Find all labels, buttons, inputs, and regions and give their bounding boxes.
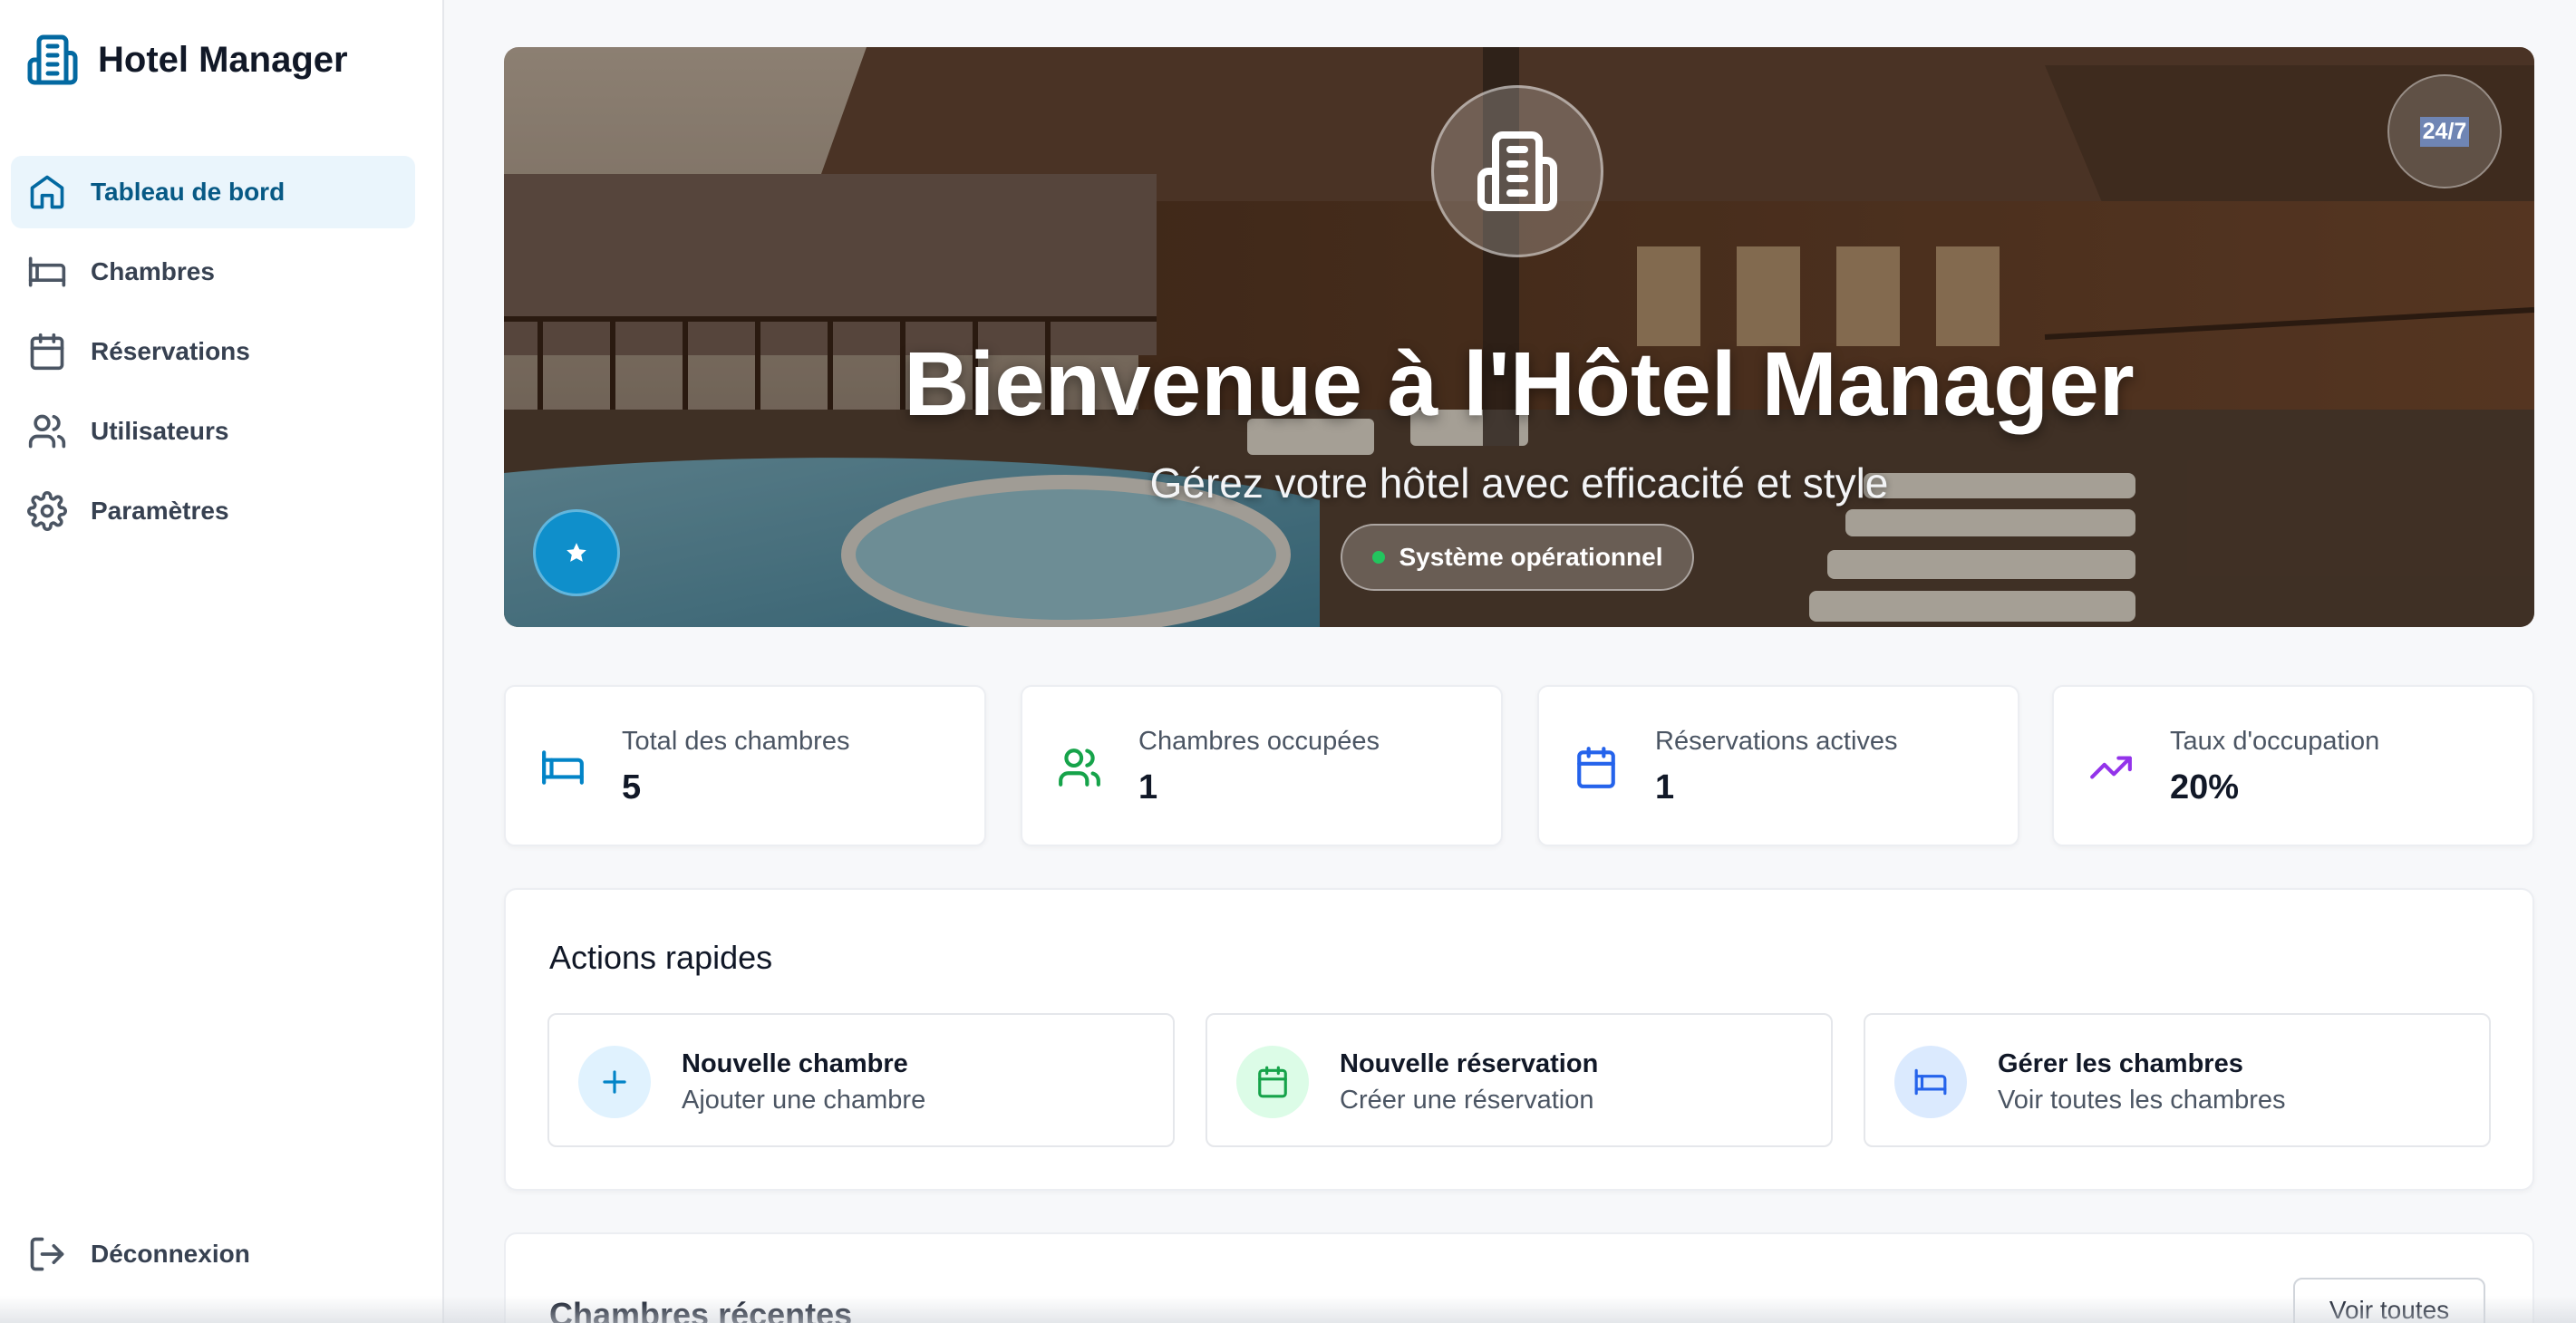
star-icon [567,543,586,562]
action-subtitle: Voir toutes les chambres [1998,1086,2286,1115]
action-subtitle: Créer une réservation [1340,1086,1594,1115]
availability-badge: 24/7 [2387,74,2502,188]
stat-card-total-rooms: Total des chambres 5 [504,685,986,846]
stat-label: Réservations actives [1655,727,1898,756]
stat-value: 5 [622,768,642,806]
quick-actions-panel: Actions rapides Nouvelle chambre Ajouter… [504,888,2534,1191]
stat-value: 1 [1655,768,1675,806]
logout-icon [27,1234,67,1274]
stat-value: 1 [1138,768,1158,806]
see-all-rooms-button[interactable]: Voir toutes [2293,1278,2485,1323]
users-icon [1057,745,1102,790]
bed-icon [27,252,67,292]
action-subtitle: Ajouter une chambre [682,1086,926,1115]
action-title: Gérer les chambres [1998,1049,2243,1078]
brand[interactable]: Hotel Manager [25,33,348,87]
new-reservation-button[interactable]: Nouvelle réservation Créer une réservati… [1206,1013,1833,1147]
sidebar-item-dashboard[interactable]: Tableau de bord [11,156,415,228]
main-content: 24/7 Bienvenue à l'Hôtel Manager Gérez v… [446,0,2576,1323]
stat-card-active-reservations: Réservations actives 1 [1537,685,2019,846]
hero-banner: 24/7 Bienvenue à l'Hôtel Manager Gérez v… [504,47,2534,627]
quick-actions-title: Actions rapides [549,939,773,976]
system-status-label: Système opérationnel [1399,543,1663,571]
sidebar-item-reservations[interactable]: Réservations [11,315,415,388]
sidebar-item-label: Réservations [91,337,250,365]
sidebar-item-users[interactable]: Utilisateurs [11,395,415,468]
sidebar-item-label: Tableau de bord [91,178,286,206]
logout-button[interactable]: Déconnexion [27,1234,250,1274]
stat-value: 20% [2170,768,2240,806]
logout-label: Déconnexion [91,1240,250,1268]
bed-icon [540,745,586,790]
building-icon [25,33,80,87]
recent-rooms-panel: Chambres récentes Voir toutes [504,1232,2534,1323]
new-room-button[interactable]: Nouvelle chambre Ajouter une chambre [547,1013,1175,1147]
sidebar-item-label: Paramètres [91,497,229,525]
hero-title: Bienvenue à l'Hôtel Manager [904,333,2135,435]
action-title: Nouvelle réservation [1340,1049,1599,1078]
calendar-icon [1574,745,1619,790]
stat-label: Taux d'occupation [2170,727,2380,756]
availability-badge-label: 24/7 [2419,116,2470,147]
stat-label: Chambres occupées [1138,727,1380,756]
calendar-icon [1236,1046,1309,1118]
star-button[interactable] [533,509,620,596]
sidebar-item-rooms[interactable]: Chambres [11,236,415,308]
system-status-pill: Système opérationnel [1341,524,1694,591]
sidebar-nav: Tableau de bord Chambres Réservations Ut… [11,156,415,555]
sidebar: Hotel Manager Tableau de bord Chambres R… [0,0,444,1323]
recent-rooms-title: Chambres récentes [549,1296,853,1323]
home-icon [27,172,67,212]
status-dot [1371,551,1385,564]
users-icon [27,411,67,451]
stat-label: Total des chambres [622,727,850,756]
sidebar-item-label: Chambres [91,257,215,285]
stat-card-occupancy-rate: Taux d'occupation 20% [2052,685,2534,846]
plus-icon [578,1046,651,1118]
app-title: Hotel Manager [98,39,348,80]
stats-row: Total des chambres 5 Chambres occupées 1… [504,685,2534,846]
sidebar-item-settings[interactable]: Paramètres [11,475,415,547]
trending-up-icon [2088,745,2134,790]
action-title: Nouvelle chambre [682,1049,908,1078]
gear-icon [27,491,67,531]
sidebar-item-label: Utilisateurs [91,417,229,445]
manage-rooms-button[interactable]: Gérer les chambres Voir toutes les chamb… [1864,1013,2491,1147]
calendar-icon [27,332,67,372]
stat-card-occupied-rooms: Chambres occupées 1 [1021,685,1503,846]
hero-subtitle: Gérez votre hôtel avec efficacité et sty… [1149,459,1889,507]
hero-building-icon [1431,85,1603,257]
bed-icon [1894,1046,1967,1118]
